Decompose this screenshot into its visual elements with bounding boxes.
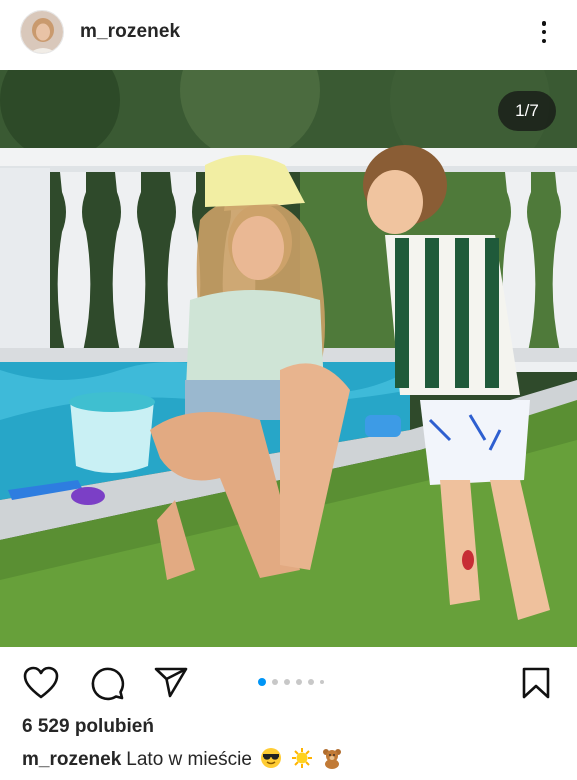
post-image[interactable]	[0, 70, 577, 647]
avatar[interactable]	[20, 10, 64, 54]
heart-icon	[23, 666, 59, 699]
share-button[interactable]	[152, 664, 190, 702]
teddy-bear-emoji	[321, 747, 343, 775]
carousel-dot	[284, 679, 290, 685]
sunglasses-emoji	[260, 747, 282, 775]
share-icon	[154, 667, 188, 698]
caption-username[interactable]: m_rozenek	[22, 749, 121, 770]
caption-text: Lato w mieście	[126, 749, 252, 770]
comment-icon	[91, 667, 125, 701]
more-options-icon[interactable]	[534, 18, 554, 46]
caption: m_rozenek Lato w mieście	[22, 747, 343, 775]
carousel-indicator	[258, 678, 324, 686]
save-button[interactable]	[517, 664, 555, 702]
sun-emoji	[291, 747, 313, 775]
carousel-dot	[320, 680, 324, 684]
comment-button[interactable]	[88, 664, 126, 702]
username-link[interactable]: m_rozenek	[80, 21, 180, 43]
carousel-dot	[296, 679, 302, 685]
carousel-dot	[308, 679, 314, 685]
carousel-dot	[272, 679, 278, 685]
likes-count[interactable]: 6 529 polubień	[22, 716, 154, 738]
post-header: m_rozenek	[0, 0, 577, 66]
bookmark-icon	[522, 667, 550, 699]
like-button[interactable]	[22, 664, 60, 702]
carousel-dot	[258, 678, 266, 686]
image-counter-badge: 1/7	[498, 91, 556, 131]
